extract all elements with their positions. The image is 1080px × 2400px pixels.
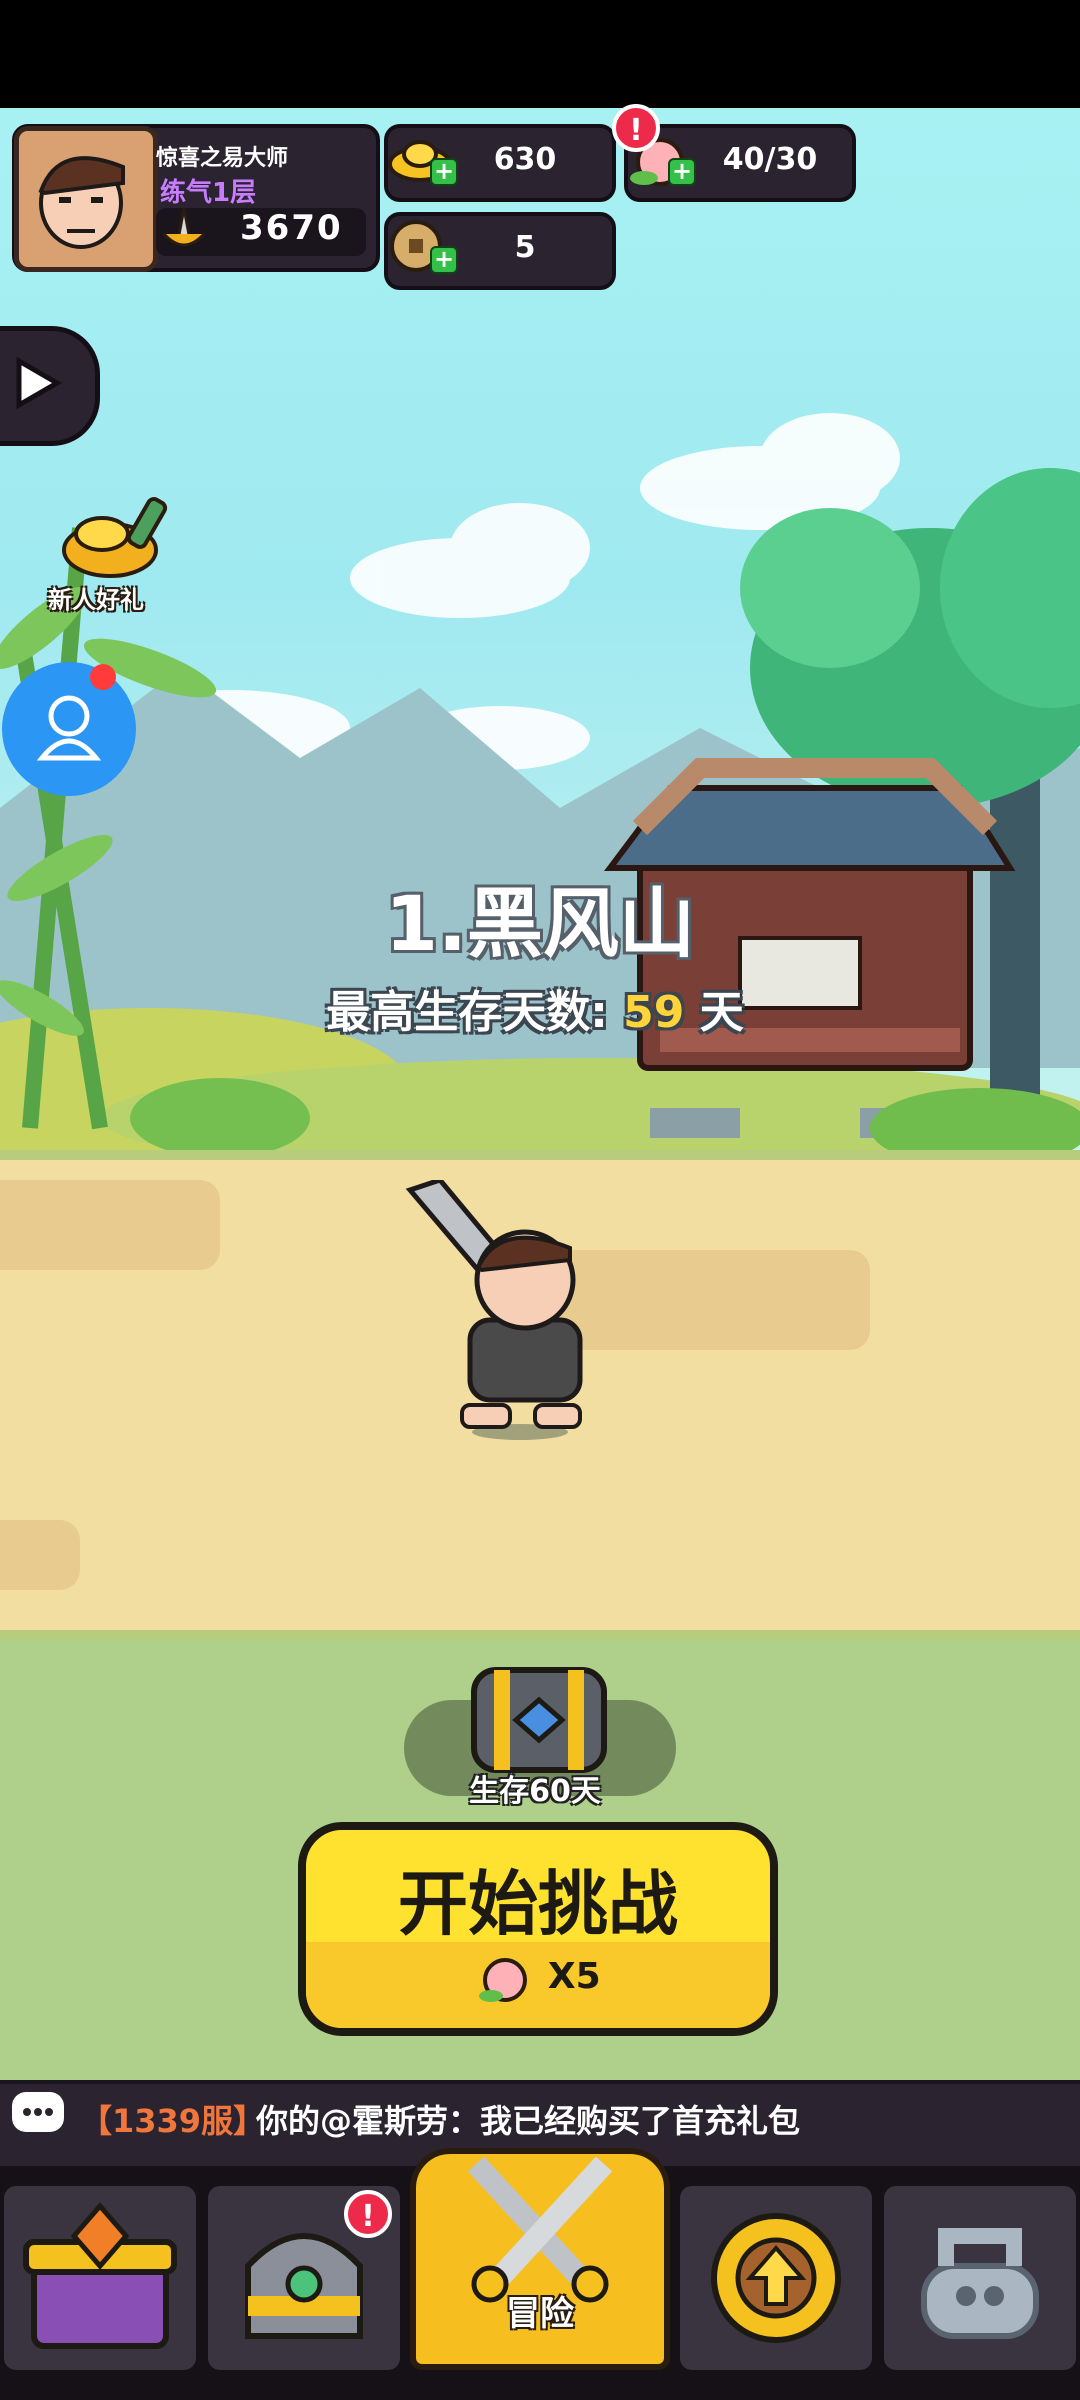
chest-requirement-label: 生存60天 [469, 1774, 601, 1809]
best-survival-days: 59 [623, 987, 685, 1038]
coin-value: 5 [514, 230, 536, 265]
chat-bubble-icon[interactable] [12, 2092, 64, 2132]
road-patch [0, 1180, 220, 1270]
stamina-value: 40/30 [722, 142, 818, 177]
avatar-face-icon [19, 131, 143, 257]
stage-title: 1.黑风山 [385, 879, 695, 968]
best-survival-unit: 天 [684, 987, 744, 1038]
equipment-alert-badge: ! [344, 2190, 392, 2238]
avatar[interactable] [14, 126, 158, 272]
chat-dots [23, 2108, 53, 2116]
add-stamina-button[interactable]: + [668, 158, 696, 186]
newbie-gift-label[interactable]: 新人好礼 [48, 580, 144, 615]
add-coin-button[interactable]: + [430, 246, 458, 274]
stamina-alert-badge: ! [612, 104, 660, 152]
gold-value: 630 [493, 142, 557, 177]
nav-locked-tab[interactable] [884, 2186, 1076, 2370]
start-challenge-label: 开始挑战 [398, 1863, 678, 1945]
best-survival-label: 最高生存天数: [326, 987, 624, 1038]
nav-shop-tab[interactable] [4, 2186, 196, 2370]
power-sword-icon [162, 207, 206, 247]
start-challenge-button[interactable]: 开始挑战 X5 [298, 1822, 778, 2036]
chat-server-tag: 【1339服】 [80, 2102, 266, 2140]
player-name: 惊喜之易大师 [156, 146, 289, 171]
play-icon [16, 356, 62, 410]
shop-chest-icon [23, 2202, 177, 2349]
lock-icon [921, 2228, 1039, 2339]
nav-adventure-tab[interactable] [410, 2148, 670, 2370]
nav-upgrade-tab[interactable] [680, 2186, 872, 2370]
notification-dot [90, 664, 116, 690]
road-patch [0, 1520, 80, 1590]
nav-adventure-label: 冒险 [506, 2294, 574, 2334]
treasure-chest-icon[interactable] [464, 1660, 614, 1780]
combat-power-value: 3670 [240, 208, 343, 248]
best-survival-row: 最高生存天数: 59 天 [0, 976, 1070, 1040]
user-icon [36, 695, 102, 761]
social-button[interactable] [2, 662, 136, 796]
peach-cost-icon [479, 1958, 528, 2002]
hero-character [405, 1180, 583, 1440]
chat-message: 你的@霍斯劳：我已经购买了首充礼包 [256, 2102, 801, 2140]
start-cost-value: X5 [547, 1956, 601, 1997]
upgrade-arrow-icon [711, 2213, 841, 2343]
status-bar [0, 0, 1080, 108]
start-cost-row: X5 [306, 1952, 770, 2004]
play-video-button[interactable] [0, 326, 100, 446]
gift-pack-icon[interactable] [54, 490, 174, 590]
add-gold-button[interactable]: + [430, 158, 458, 186]
